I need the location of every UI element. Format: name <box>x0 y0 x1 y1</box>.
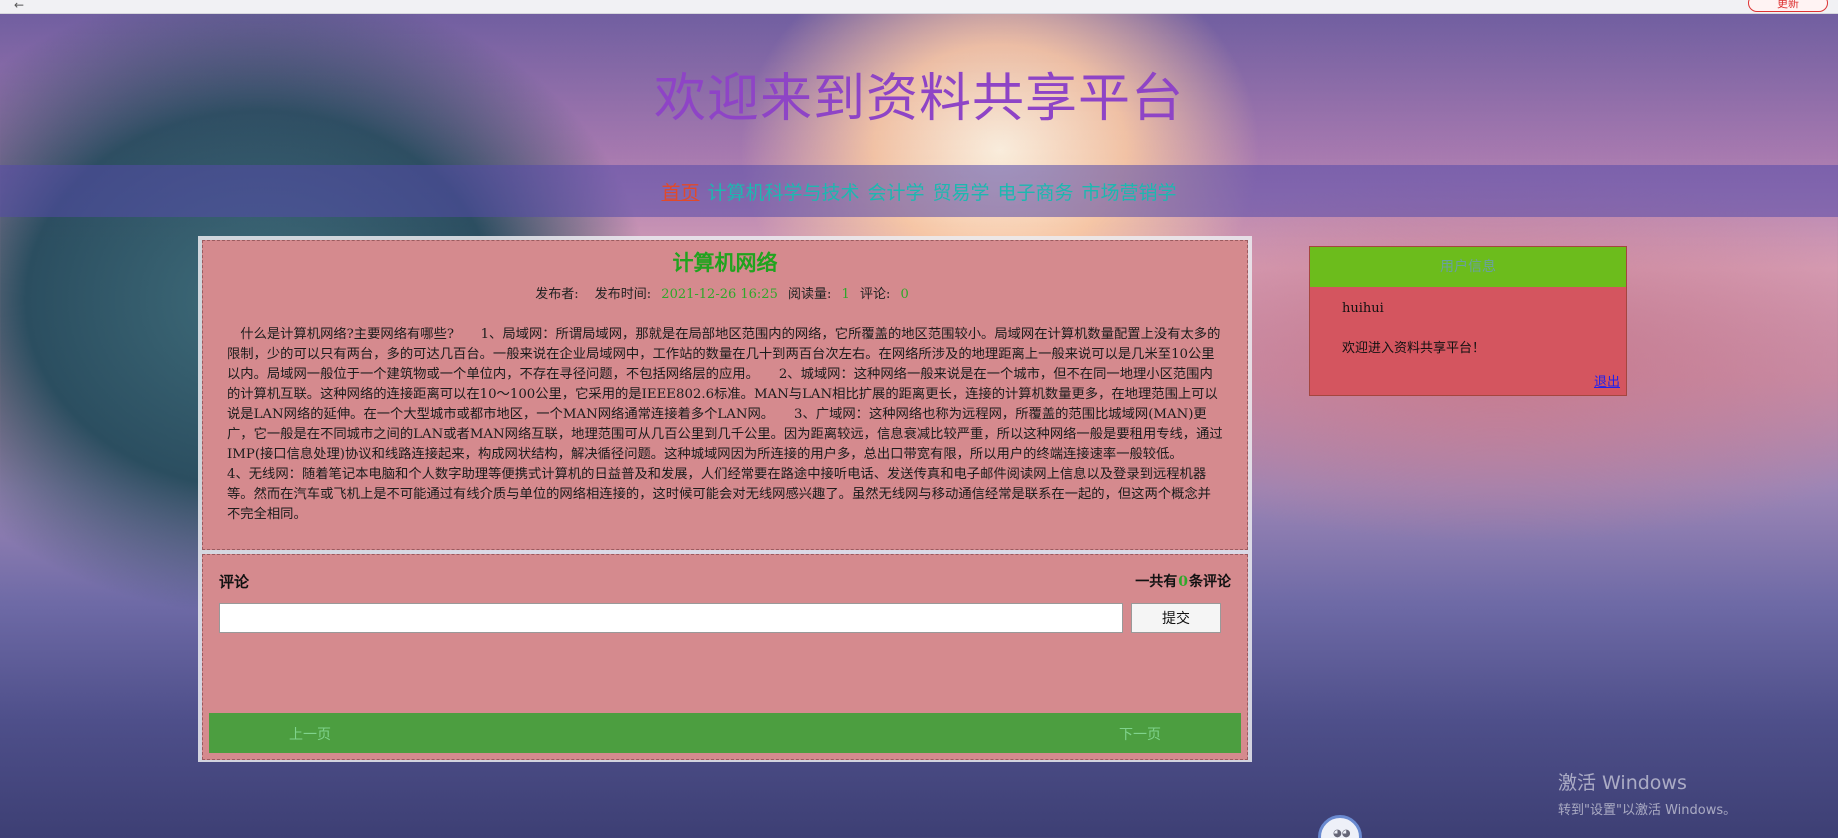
comments-count-prefix: 一共有 <box>1135 574 1178 590</box>
nav-item-computer-science[interactable]: 计算机科学与技术 <box>707 178 859 205</box>
views-label: 阅读量: <box>788 287 832 302</box>
welcome-message: 欢迎进入资料共享平台！ <box>1342 341 1486 356</box>
nav-item-accounting[interactable]: 会计学 <box>867 178 924 205</box>
floating-assistant-icon[interactable]: ◕◕ <box>1318 815 1362 838</box>
nav-item-trade[interactable]: 贸易学 <box>933 178 990 205</box>
comments-count-value: 0 <box>1178 574 1188 590</box>
back-arrow-icon[interactable]: ← <box>14 0 24 12</box>
article-meta: 发布者: 发布时间: 2021-12-26 16:25 阅读量: 1 评论: 0 <box>203 283 1247 302</box>
nav-item-ecommerce[interactable]: 电子商务 <box>998 178 1074 205</box>
next-page-link[interactable]: 下一页 <box>1119 724 1161 744</box>
logout-link[interactable]: 退出 <box>1594 371 1620 390</box>
comments-value: 0 <box>900 287 909 302</box>
article-body: 什么是计算机网络?主要网络有哪些? 1、局域网：所谓局域网，那就是在局部地区范围… <box>227 327 1223 522</box>
prev-page-link[interactable]: 上一页 <box>289 724 331 744</box>
publish-time-value: 2021-12-26 16:25 <box>661 287 778 302</box>
pager: 上一页 下一页 <box>209 713 1241 753</box>
browser-update-button[interactable]: 更新 <box>1748 0 1828 12</box>
submit-comment-button[interactable]: 提交 <box>1131 603 1221 633</box>
main-panel: 计算机网络 发布者: 发布时间: 2021-12-26 16:25 阅读量: 1… <box>198 236 1252 762</box>
watermark-line1: 激活 Windows <box>1558 772 1687 794</box>
publish-time-label: 发布时间: <box>594 287 652 302</box>
user-info-header: 用户信息 <box>1310 247 1626 287</box>
user-info-panel: 用户信息 huihui 欢迎进入资料共享平台！ 退出 <box>1309 246 1627 396</box>
watermark-line2: 转到"设置"以激活 Windows。 <box>1558 803 1737 818</box>
comments-section: 评论 一共有0条评论 提交 上一页 下一页 <box>202 554 1248 760</box>
nav-item-marketing[interactable]: 市场营销学 <box>1082 178 1177 205</box>
nav-item-home[interactable]: 首页 <box>661 178 699 205</box>
comments-label: 评论: <box>859 287 891 302</box>
comment-input[interactable] <box>219 603 1123 633</box>
publisher-label: 发布者: <box>535 287 579 302</box>
comments-heading: 评论 <box>219 573 250 591</box>
comments-count: 一共有0条评论 <box>1135 571 1231 591</box>
windows-activation-watermark: 激活 Windows 转到"设置"以激活 Windows。 <box>1558 768 1736 818</box>
views-value: 1 <box>841 287 850 302</box>
site-title: 欢迎来到资料共享平台 <box>653 69 1184 129</box>
username: huihui <box>1342 301 1384 316</box>
main-nav: 首页 计算机科学与技术 会计学 贸易学 电子商务 市场营销学 <box>0 165 1838 217</box>
browser-toolbar: ← 更新 <box>0 0 1838 14</box>
comments-count-suffix: 条评论 <box>1189 574 1231 590</box>
article-section: 计算机网络 发布者: 发布时间: 2021-12-26 16:25 阅读量: 1… <box>202 240 1248 550</box>
article-title: 计算机网络 <box>672 251 778 275</box>
face-icon: ◕◕ <box>1333 828 1351 838</box>
